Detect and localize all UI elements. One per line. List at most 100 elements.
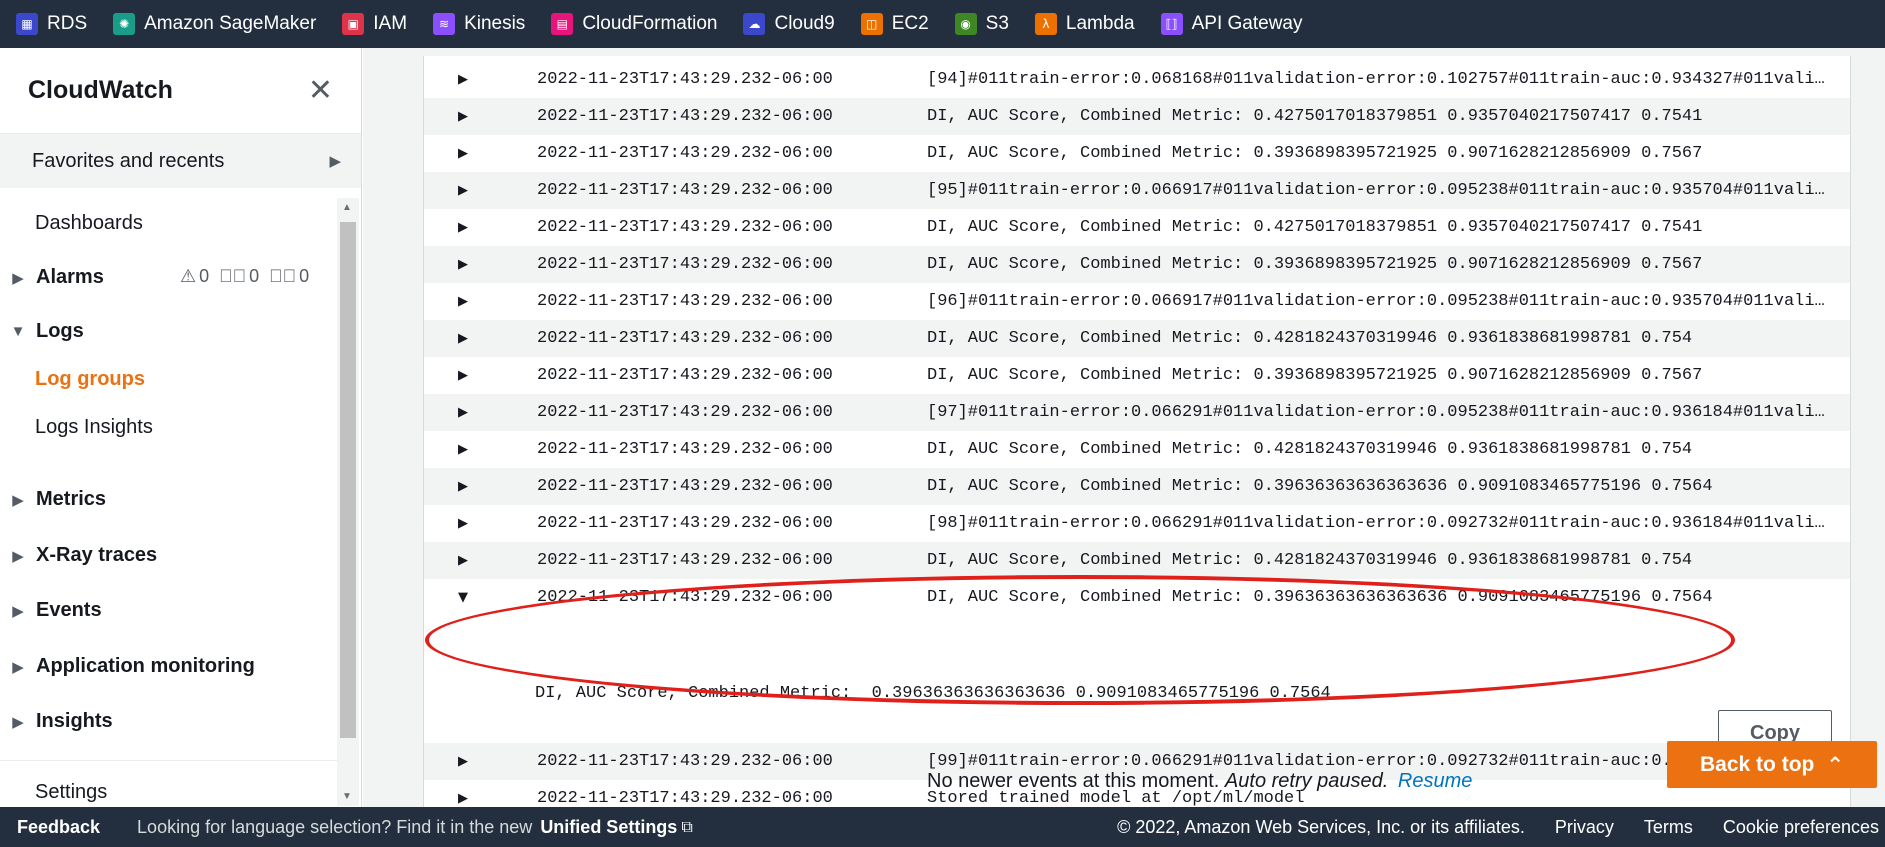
warning-icon: ⚠	[180, 266, 197, 286]
service-shortcut[interactable]: ▤ CloudFormation	[551, 13, 717, 35]
back-to-top-label: Back to top	[1700, 752, 1815, 776]
caret-right-icon[interactable]: ▶	[458, 72, 468, 87]
service-shortcut[interactable]: ◉ S3	[954, 13, 1009, 35]
caret-right-icon[interactable]: ▶	[458, 442, 468, 457]
log-event-row[interactable]: ▶ 2022-11-23T17:43:29.232-06:00 [98]#011tr…	[424, 505, 1850, 542]
service-shortcut[interactable]: ≋ Kinesis	[433, 13, 525, 35]
caret-right-icon[interactable]: ▶	[458, 791, 468, 806]
caret-right-icon[interactable]: ▶	[458, 754, 468, 769]
service-shortcut[interactable]: λ Lambda	[1034, 13, 1135, 35]
log-event-row[interactable]: ▶ 2022-11-23T17:43:29.232-06:00 DI, AUC Sc…	[424, 246, 1850, 283]
scroll-up-icon[interactable]: ▲	[342, 202, 352, 213]
service-shortcut[interactable]: ◫ EC2	[860, 13, 929, 35]
log-timestamp: 2022-11-23T17:43:29.232-06:00	[537, 403, 833, 422]
log-event-row[interactable]: ▶ 2022-11-23T17:43:29.232-06:00 DI, AUC Sc…	[424, 320, 1850, 357]
alarm-count-ok[interactable]: ✓⃝ 0	[219, 266, 259, 287]
sidebar-item-settings[interactable]: Settings	[35, 781, 107, 804]
log-timestamp: 2022-11-23T17:43:29.232-06:00	[537, 218, 833, 237]
service-label: EC2	[891, 13, 929, 34]
log-event-row[interactable]: ▶ 2022-11-23T17:43:29.232-06:00 DI, AUC Sc…	[424, 98, 1850, 135]
log-timestamp: 2022-11-23T17:43:29.232-06:00	[537, 181, 833, 200]
sidebar-item-insights[interactable]: ▶ Insights	[0, 710, 112, 733]
favorites-label: Favorites and recents	[32, 149, 225, 172]
log-message: DI, AUC Score, Combined Metric: 0.428182…	[927, 440, 1693, 459]
scroll-down-icon[interactable]: ▼	[342, 791, 352, 802]
sidebar-item-label: Metrics	[36, 488, 107, 510]
sidebar-item-logs-insights[interactable]: Logs Insights	[35, 416, 153, 439]
service-shortcut[interactable]: ✺ Amazon SageMaker	[113, 13, 316, 35]
service-shortcut[interactable]: ▦ RDS	[16, 13, 87, 35]
alarm-counts: ⚠ 0 ✓⃝ 0 ⋯⃝ 0	[180, 266, 309, 287]
caret-right-icon[interactable]: ▶	[458, 479, 468, 494]
sidebar-item-label: Dashboards	[35, 212, 143, 234]
service-shortcut[interactable]: ▣ IAM	[342, 13, 407, 35]
log-event-row[interactable]: ▶ 2022-11-23T17:43:29.232-06:00 DI, AUC Sc…	[424, 209, 1850, 246]
log-event-row[interactable]: ▼ 2022-11-23T17:43:29.232-06:00 DI, AUC Sc…	[424, 579, 1850, 616]
language-prompt: Looking for language selection? Find it …	[137, 816, 533, 837]
log-event-row[interactable]: ▶ 2022-11-23T17:43:29.232-06:00 DI, AUC Sc…	[424, 468, 1850, 505]
log-event-row[interactable]: ▶ 2022-11-23T17:43:29.232-06:00 [97]#011tr…	[424, 394, 1850, 431]
log-timestamp: 2022-11-23T17:43:29.232-06:00	[537, 588, 833, 607]
resume-link[interactable]: Resume	[1398, 770, 1472, 792]
caret-right-icon[interactable]: ▶	[458, 516, 468, 531]
check-circle-icon: ✓⃝	[219, 266, 247, 286]
log-timestamp: 2022-11-23T17:43:29.232-06:00	[537, 551, 833, 570]
back-to-top-button[interactable]: Back to top ⌃	[1667, 741, 1877, 788]
caret-right-icon[interactable]: ▶	[458, 294, 468, 309]
unified-settings-link[interactable]: Unified Settings	[540, 817, 677, 838]
service-shortcut[interactable]: ☁ Cloud9	[743, 13, 835, 35]
scrollbar-thumb[interactable]	[340, 222, 356, 738]
feedback-link[interactable]: Feedback	[17, 817, 100, 838]
sidebar-item-events[interactable]: ▶ Events	[0, 599, 102, 622]
kinesis-icon: ≋	[433, 13, 456, 35]
sidebar-item-metrics[interactable]: ▶ Metrics	[0, 488, 106, 511]
log-event-row[interactable]: ▶ 2022-11-23T17:43:29.232-06:00 DI, AUC Sc…	[424, 357, 1850, 394]
sidebar-item-xray[interactable]: ▶ X-Ray traces	[0, 544, 157, 567]
terms-link[interactable]: Terms	[1644, 817, 1693, 838]
caret-right-icon[interactable]: ▶	[458, 405, 468, 420]
ellipsis-circle-icon: ⋯⃝	[269, 266, 297, 286]
alarm-count-in-alarm[interactable]: ⚠ 0	[180, 266, 209, 287]
status-italic: Auto retry paused.	[1224, 770, 1389, 792]
log-event-row[interactable]: ▶ 2022-11-23T17:43:29.232-06:00 [94]#011tr…	[424, 61, 1850, 98]
log-event-row[interactable]: ▶ 2022-11-23T17:43:29.232-06:00 [95]#011tr…	[424, 172, 1850, 209]
favorites-and-recents[interactable]: Favorites and recents ▶	[0, 134, 361, 188]
caret-right-icon[interactable]: ▶	[458, 368, 468, 383]
caret-right-icon[interactable]: ▶	[458, 146, 468, 161]
sidebar-item-log-groups[interactable]: Log groups	[35, 368, 145, 391]
sidebar-scrollbar[interactable]: ▲ ▼	[337, 198, 359, 806]
alarm-count-insufficient[interactable]: ⋯⃝ 0	[269, 266, 309, 287]
log-event-row[interactable]: ▶ 2022-11-23T17:43:29.232-06:00 DI, AUC Sc…	[424, 542, 1850, 579]
sidebar-item-label: Logs Insights	[35, 416, 153, 438]
caret-right-icon[interactable]: ▶	[458, 331, 468, 346]
close-icon[interactable]: ✕	[308, 73, 333, 108]
sidebar-item-alarms[interactable]: ▶ Alarms	[0, 266, 104, 289]
caret-right-icon[interactable]: ▶	[458, 183, 468, 198]
caret-right-icon: ▶	[12, 547, 24, 565]
cookie-preferences-link[interactable]: Cookie preferences	[1723, 817, 1879, 838]
log-event-row[interactable]: ▶ 2022-11-23T17:43:29.232-06:00 DI, AUC Sc…	[424, 135, 1850, 172]
sidebar-item-label: Events	[36, 599, 102, 621]
service-shortcut[interactable]: ⟦⟧ API Gateway	[1160, 13, 1303, 35]
log-event-row[interactable]: ▶ 2022-11-23T17:43:29.232-06:00 [96]#011tr…	[424, 283, 1850, 320]
caret-right-icon[interactable]: ▶	[458, 553, 468, 568]
sidebar-item-application-monitoring[interactable]: ▶ Application monitoring	[0, 655, 255, 678]
sidebar-item-logs[interactable]: ▼ Logs	[0, 320, 84, 343]
caret-right-icon[interactable]: ▶	[458, 220, 468, 235]
sidebar-item-label: Application monitoring	[36, 655, 255, 677]
log-message: DI, AUC Score, Combined Metric: 0.393689…	[927, 255, 1703, 274]
log-timestamp: 2022-11-23T17:43:29.232-06:00	[537, 477, 833, 496]
sidebar-item-dashboards[interactable]: Dashboards	[35, 212, 143, 235]
privacy-link[interactable]: Privacy	[1555, 817, 1614, 838]
service-label: RDS	[47, 13, 88, 34]
s3-icon: ◉	[954, 13, 977, 35]
count: 0	[199, 266, 210, 286]
caret-right-icon[interactable]: ▶	[458, 257, 468, 272]
caret-down-icon[interactable]: ▼	[458, 590, 468, 605]
divider	[0, 760, 338, 761]
service-label: API Gateway	[1191, 13, 1303, 34]
caret-right-icon[interactable]: ▶	[458, 109, 468, 124]
lambda-icon: λ	[1034, 13, 1057, 35]
log-event-row[interactable]: ▶ 2022-11-23T17:43:29.232-06:00 DI, AUC Sc…	[424, 431, 1850, 468]
top-nav: ▦ RDS ✺ Amazon SageMaker ▣ IAM ≋ Kinesis ▤ CloudF…	[0, 0, 1885, 48]
